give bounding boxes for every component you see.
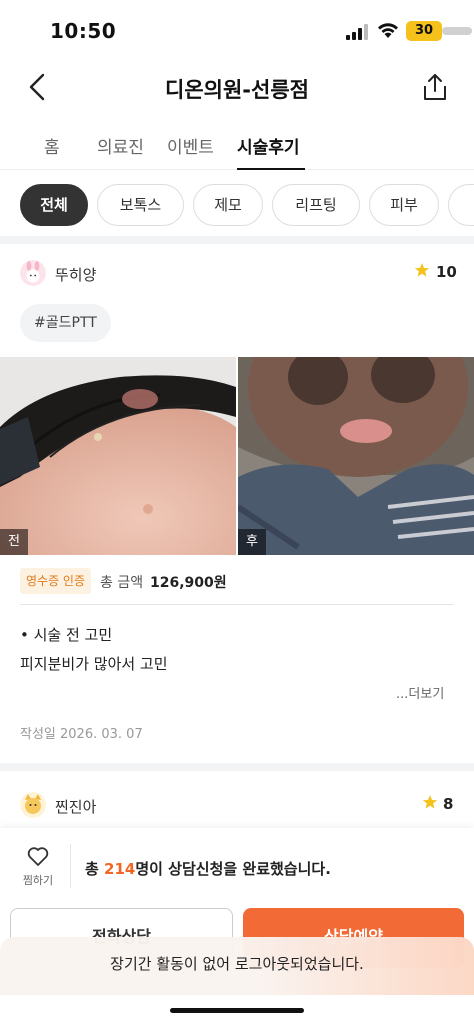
filter-chip-hair-removal[interactable]: 제모 [193,184,263,226]
filter-chip-peel[interactable]: 필 [448,184,474,226]
review-text-line: • 시술 전 고민 [20,626,113,644]
consult-count-text: 총 214명이 상담신청을 완료했습니다. [85,858,331,879]
logout-toast: 장기간 활동이 없어 로그아웃되었습니다. [0,937,474,995]
consult-count: 214 [104,860,136,878]
toast-message: 장기간 활동이 없어 로그아웃되었습니다. [110,955,364,973]
read-more-link[interactable]: ...더보기 [396,683,444,702]
tab-reviews[interactable]: 시술후기 [237,133,300,158]
bar-divider [70,844,71,888]
page-title: 디온의원-선릉점 [165,78,309,102]
signal-icon [346,24,368,40]
like-button[interactable]: 찜하기 [18,844,58,890]
review-author: 뚜히양 [55,266,97,284]
filter-chip-all[interactable]: 전체 [20,184,88,226]
share-icon[interactable] [421,72,449,102]
avatar [20,792,46,818]
review-header: 뚜히양 10 [0,256,474,296]
before-after-photos[interactable]: 전 후 [0,357,474,555]
review-date: 작성일 2026. 03. 07 [20,727,143,742]
active-tab-indicator [237,168,305,170]
review-header: 찐진아 8 [0,788,474,828]
review-author: 찐진아 [55,798,97,816]
review-score: 8 [443,795,454,813]
status-bar: 10:50 30 [0,0,474,60]
section-divider [0,763,474,771]
receipt-verified-badge: 영수증 인증 [20,568,92,594]
consult-prefix: 총 [85,860,105,878]
star-icon [422,795,438,809]
filter-chips: 전체 보톡스 제모 리프팅 피부 필 [0,178,474,232]
clinic-tabs: 홈 의료진 이벤트 시술후기 [0,118,474,170]
tab-home[interactable]: 홈 [44,133,60,158]
battery-indicator: 30 [406,21,442,41]
home-indicator [170,1008,304,1013]
consult-suffix: 명이 상담신청을 완료했습니다. [135,860,331,878]
section-divider [0,236,474,244]
star-icon [414,263,430,277]
like-label: 찜하기 [22,874,54,887]
total-price-value: 126,900원 [150,575,227,591]
wifi-icon [378,23,398,38]
filter-chip-skin[interactable]: 피부 [369,184,439,226]
battery-cap [442,27,472,35]
after-label: 후 [238,529,266,555]
total-price-label: 총 금액 [100,575,144,591]
review-score: 10 [436,263,457,281]
filter-chip-lifting[interactable]: 리프팅 [272,184,360,226]
tab-events[interactable]: 이벤트 [167,133,214,158]
avatar [20,260,46,286]
review-text-line: 피지분비가 많아서 고민 [20,655,168,673]
top-nav: 디온의원-선릉점 [0,60,474,118]
tab-doctors[interactable]: 의료진 [97,133,144,158]
treatment-tag[interactable]: #골드PTT [20,304,111,342]
status-time: 10:50 [50,19,117,43]
filter-chip-botox[interactable]: 보톡스 [97,184,184,226]
review-separator [20,604,454,605]
heart-icon [27,847,49,866]
before-photo[interactable]: 전 [0,357,236,555]
after-photo[interactable]: 후 [238,357,474,555]
before-label: 전 [0,529,28,555]
